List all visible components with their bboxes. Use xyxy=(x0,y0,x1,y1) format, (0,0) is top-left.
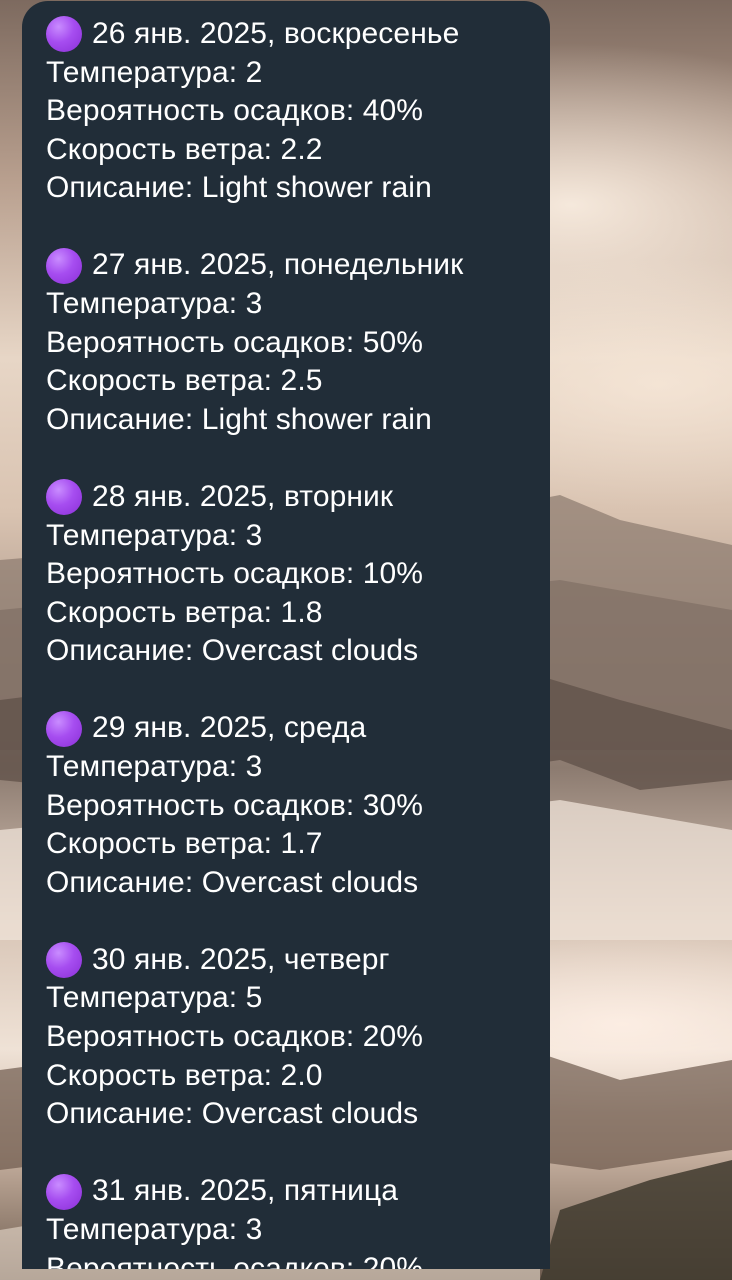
forecast-precipitation: Вероятность осадков: 20% xyxy=(46,1020,424,1054)
forecast-precipitation: Вероятность осадков: 10% xyxy=(46,557,424,591)
purple-circle-icon xyxy=(46,247,82,284)
purple-circle-icon xyxy=(46,710,82,747)
forecast-precipitation: Вероятность осадков: 40% xyxy=(46,94,424,128)
forecast-wind: Скорость ветра: 2.0 xyxy=(46,1058,323,1092)
forecast-date: 30 янв. 2025, четверг xyxy=(92,942,390,976)
forecast-precipitation: Вероятность осадков: 30% xyxy=(46,788,424,822)
forecast-description: Описание: Light shower rain xyxy=(46,171,432,205)
forecast-date: 31 янв. 2025, пятница xyxy=(92,1174,399,1208)
forecast-temperature: Температура: 2 xyxy=(46,55,263,89)
forecast-date-line: 27 янв. 2025, понедельник xyxy=(46,246,550,285)
forecast-date: 27 янв. 2025, понедельник xyxy=(92,248,464,282)
forecast-precipitation: Вероятность осадков: 20% xyxy=(46,1251,424,1269)
forecast-entry: 27 янв. 2025, понедельник Температура: 3… xyxy=(46,246,550,439)
forecast-temperature: Температура: 3 xyxy=(46,1212,263,1246)
forecast-wind: Скорость ветра: 1.7 xyxy=(46,827,323,861)
forecast-date-line: 28 янв. 2025, вторник xyxy=(46,478,550,517)
forecast-date-line: 31 янв. 2025, пятница xyxy=(46,1172,550,1211)
forecast-date: 26 янв. 2025, воскресенье xyxy=(92,17,460,50)
purple-circle-icon xyxy=(46,16,82,53)
forecast-entry: 28 янв. 2025, вторник Температура: 3 Вер… xyxy=(46,478,550,671)
forecast-date: 28 янв. 2025, вторник xyxy=(92,479,394,513)
forecast-message-bubble[interactable]: 26 янв. 2025, воскресенье Температура: 2… xyxy=(22,1,550,1269)
forecast-description: Описание: Overcast clouds xyxy=(46,865,419,899)
forecast-description: Описание: Overcast clouds xyxy=(46,634,419,668)
forecast-temperature: Температура: 3 xyxy=(46,518,263,552)
forecast-temperature: Температура: 5 xyxy=(46,981,263,1015)
forecast-temperature: Температура: 3 xyxy=(46,287,263,321)
forecast-date-line: 29 янв. 2025, среда xyxy=(46,709,550,748)
forecast-temperature: Температура: 3 xyxy=(46,750,263,783)
forecast-wind: Скорость ветра: 1.8 xyxy=(46,595,323,629)
forecast-entry: 26 янв. 2025, воскресенье Температура: 2… xyxy=(46,15,550,208)
forecast-precipitation: Вероятность осадков: 50% xyxy=(46,325,424,359)
purple-circle-icon xyxy=(46,1173,82,1210)
forecast-entry: 30 янв. 2025, четверг Температура: 5 Вер… xyxy=(46,941,550,1134)
forecast-date-line: 30 янв. 2025, четверг xyxy=(46,941,550,980)
forecast-entry: 29 янв. 2025, среда Температура: 3 Вероя… xyxy=(46,709,550,902)
forecast-description: Описание: Overcast clouds xyxy=(46,1097,419,1131)
forecast-description: Описание: Light shower rain xyxy=(46,402,432,436)
forecast-date-line: 26 янв. 2025, воскресенье xyxy=(46,15,550,54)
forecast-date: 29 янв. 2025, среда xyxy=(92,711,367,745)
forecast-wind: Скорость ветра: 2.2 xyxy=(46,132,323,166)
purple-circle-icon xyxy=(46,479,82,516)
forecast-entry: 31 янв. 2025, пятница Температура: 3 Вер… xyxy=(46,1172,550,1269)
forecast-wind: Скорость ветра: 2.5 xyxy=(46,364,323,398)
purple-circle-icon xyxy=(46,942,82,979)
